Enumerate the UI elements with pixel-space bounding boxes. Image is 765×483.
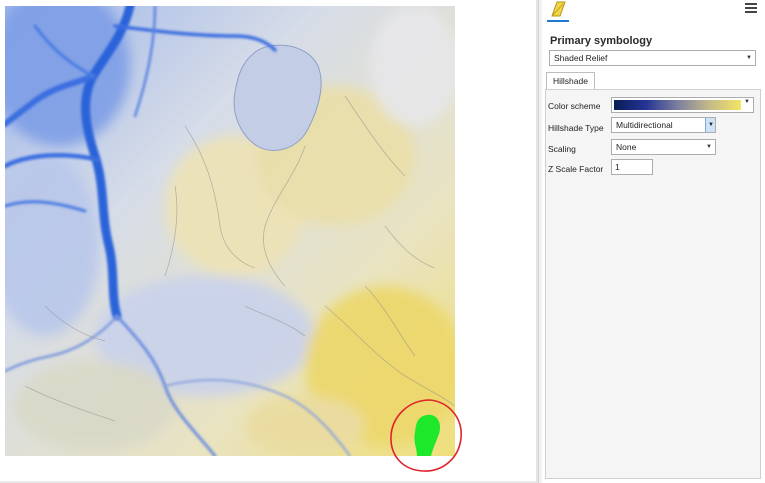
color-scheme-label: Color scheme	[548, 101, 600, 111]
tab-strip: Hillshade	[545, 72, 763, 90]
hillshade-type-label: Hillshade Type	[548, 123, 604, 133]
pane-header	[542, 0, 765, 24]
hillshade-type-select[interactable]: Multidirectional ▼	[611, 117, 716, 133]
symbology-pane: Primary symbology Shaded Relief ▼ Hillsh…	[542, 0, 765, 483]
color-scheme-select[interactable]: ▼	[611, 97, 754, 113]
chevron-down-icon: ▼	[746, 51, 752, 65]
chevron-down-icon: ▼	[744, 99, 750, 105]
chevron-down-icon: ▼	[706, 140, 712, 154]
section-title: Primary symbology	[550, 35, 652, 47]
color-ramp-swatch	[614, 100, 741, 110]
menu-icon[interactable]	[745, 3, 757, 15]
scaling-value: None	[616, 142, 636, 152]
scaling-label: Scaling	[548, 144, 576, 154]
hillshade-type-value: Multidirectional	[616, 120, 673, 130]
tab-hillshade[interactable]: Hillshade	[546, 72, 595, 89]
z-scale-label: Z Scale Factor	[548, 164, 603, 174]
symbology-tab[interactable]	[547, 0, 569, 22]
shaded-relief-map[interactable]	[5, 6, 455, 456]
dropdown-button[interactable]: ▼	[705, 118, 715, 132]
primary-symbology-select[interactable]: Shaded Relief ▼	[549, 50, 756, 66]
primary-symbology-value: Shaded Relief	[554, 53, 607, 63]
z-scale-input[interactable]: 1	[611, 159, 653, 175]
map-view[interactable]	[0, 0, 536, 483]
scaling-select[interactable]: None ▼	[611, 139, 716, 155]
annotation-circle	[385, 396, 467, 476]
paintbrush-icon	[549, 0, 569, 18]
chevron-down-icon: ▼	[708, 118, 714, 132]
